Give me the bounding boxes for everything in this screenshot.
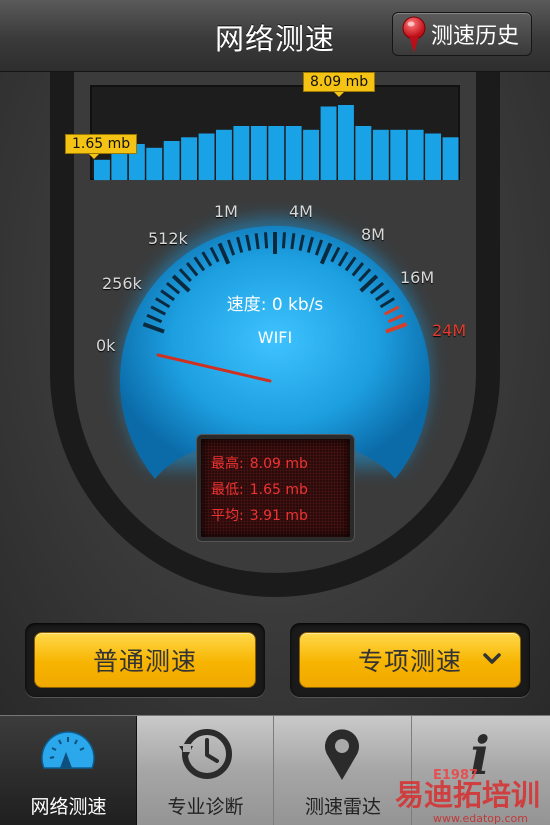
history-bar — [372, 129, 389, 181]
max-speed-tag: 8.09 mb — [303, 72, 376, 97]
stat-min-label: 最低: — [211, 482, 244, 498]
normal-test-button-frame: 普通测速 — [25, 623, 265, 697]
current-speed-readout: 速度: 0 kb/s — [226, 295, 324, 315]
scale-label-1m: 1M — [214, 202, 238, 221]
stat-avg-value: 3.91 mb — [249, 508, 308, 524]
speed-test-panel: 8.09 mb 1.65 mb 0k 256k 512k 1M 4M 8M 16… — [0, 72, 550, 715]
scale-label-24m: 24M — [432, 321, 467, 340]
history-bar — [94, 159, 110, 181]
stat-max: 最高: 8.09 mb — [211, 451, 340, 477]
chevron-down-icon — [483, 653, 501, 664]
normal-speed-test-label: 普通测速 — [92, 647, 197, 676]
history-bar — [163, 141, 180, 180]
speedometer-icon — [41, 731, 95, 769]
scale-label-0k: 0k — [96, 336, 116, 355]
scale-label-8m: 8M — [361, 225, 385, 244]
history-bar — [198, 133, 215, 180]
history-bar — [320, 106, 337, 180]
scale-label-512k: 512k — [148, 229, 188, 248]
min-speed-tag: 1.65 mb — [65, 134, 138, 159]
history-bar — [303, 129, 319, 181]
tab-radar[interactable]: 测速雷达 — [274, 716, 412, 825]
normal-speed-test-button[interactable]: 普通测速 — [34, 632, 256, 688]
history-bar — [285, 126, 302, 180]
history-bar — [390, 129, 407, 181]
speed-history-button[interactable]: 测速历史 — [392, 12, 532, 56]
scale-label-16m: 16M — [400, 268, 435, 287]
history-clock-icon — [179, 729, 232, 779]
tab-diagnosis[interactable]: 专业诊断 — [137, 716, 274, 825]
tab-speed-test-label: 网络测速 — [30, 796, 107, 818]
history-bar — [268, 126, 285, 180]
special-speed-test-button[interactable]: 专项测速 — [299, 632, 521, 688]
scale-label-4m: 4M — [289, 202, 313, 221]
tab-radar-label: 测速雷达 — [304, 796, 381, 818]
history-bar — [146, 147, 163, 181]
history-bar — [442, 137, 459, 180]
scale-label-256k: 256k — [102, 274, 142, 293]
stat-avg: 平均: 3.91 mb — [211, 503, 340, 529]
gauge-tick — [281, 232, 286, 249]
history-bar — [425, 133, 441, 180]
svg-text:www.edatop.com: www.edatop.com — [433, 812, 528, 825]
history-bar — [338, 105, 354, 180]
tab-diagnosis-label: 专业诊断 — [167, 796, 244, 818]
header-bar: 网络测速 测速历史 — [0, 0, 550, 72]
special-test-button-frame: 专项测速 — [290, 623, 530, 697]
stat-min: 最低: 1.65 mb — [211, 477, 340, 503]
history-bar — [181, 137, 197, 180]
stat-min-value: 1.65 mb — [249, 482, 308, 498]
stat-max-value: 8.09 mb — [249, 456, 308, 472]
location-pin-icon — [325, 729, 359, 780]
gauge-tick — [254, 233, 260, 250]
history-bar — [233, 126, 250, 180]
stat-avg-label: 平均: — [211, 508, 244, 524]
history-bar — [250, 126, 267, 180]
speed-history-chart — [90, 85, 460, 181]
speed-stats-display: 最高: 8.09 mb 最低: 1.65 mb 平均: 3.91 mb — [197, 435, 354, 541]
history-bar — [407, 129, 424, 181]
tab-speed-test[interactable]: 网络测速 — [0, 716, 137, 825]
watermark-logo: E1987 易迪拓培训 www.edatop.com — [395, 768, 540, 825]
special-speed-test-label: 专项测速 — [357, 647, 462, 676]
history-bar — [355, 126, 372, 180]
history-bar — [216, 129, 232, 181]
map-pin-icon — [402, 16, 426, 53]
speed-history-label: 测速历史 — [431, 24, 520, 49]
network-type-label: WIFI — [257, 328, 293, 347]
svg-text:易迪拓培训: 易迪拓培训 — [395, 778, 540, 812]
stat-max-label: 最高: — [211, 456, 244, 472]
gauge-tick — [264, 232, 269, 249]
gauge-tick — [290, 233, 296, 250]
